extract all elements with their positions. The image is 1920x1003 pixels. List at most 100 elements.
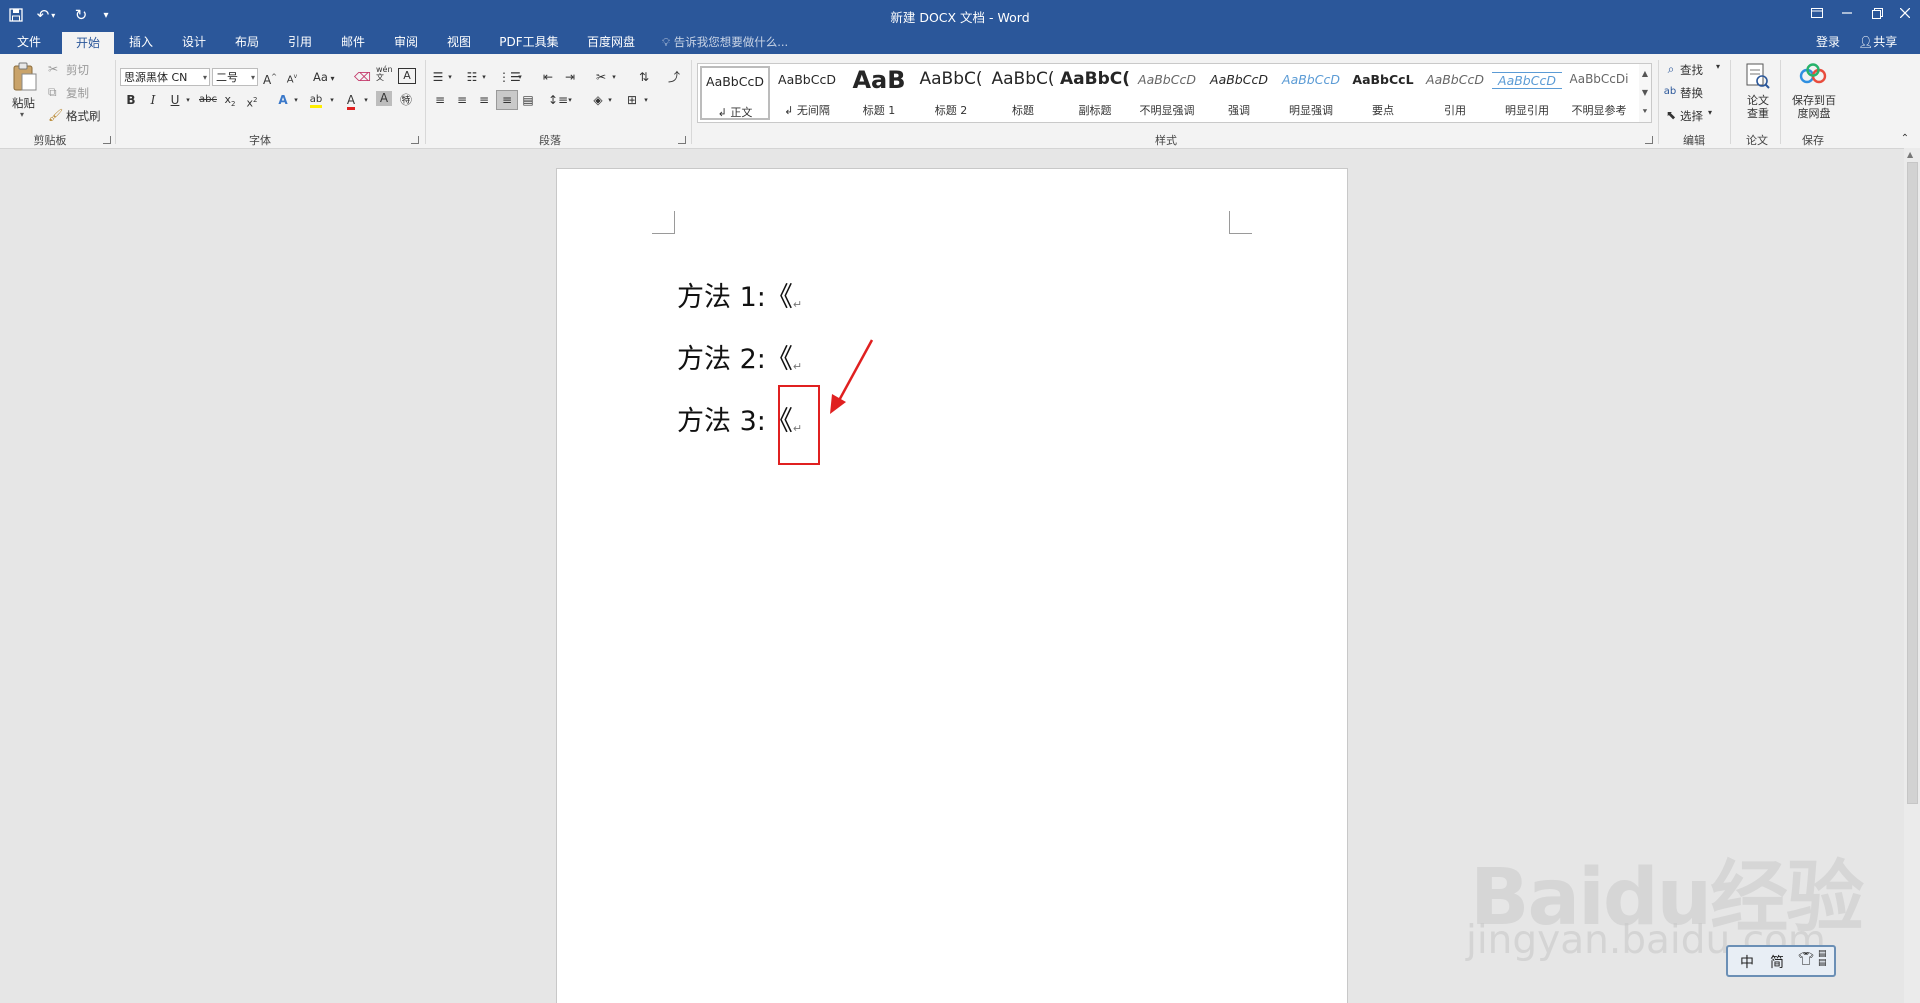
style-title[interactable]: AaBbC( 标题 <box>988 66 1058 120</box>
scrollbar-thumb[interactable] <box>1907 162 1918 804</box>
paragraph-dialog-launcher-icon[interactable] <box>678 136 686 144</box>
align-center-icon[interactable]: ≡ <box>454 91 470 109</box>
strikethrough-icon[interactable]: abc <box>198 91 218 109</box>
distributed-icon[interactable]: ▤ <box>520 91 536 109</box>
style-emphasis[interactable]: AaBbCcD 强调 <box>1204 66 1274 120</box>
styles-gallery-scroll[interactable]: ▲ ▼ ⯆ <box>1639 63 1652 123</box>
copy-icon[interactable]: ⧉ <box>48 83 57 101</box>
scroll-up-icon[interactable]: ▲ <box>1907 150 1913 159</box>
thesis-check-icon[interactable] <box>1744 62 1770 90</box>
find-icon[interactable]: ⌕ <box>1664 60 1678 78</box>
clear-format-icon[interactable]: ⌫ <box>354 68 371 86</box>
ime-skin-icon[interactable]: 👕︎ <box>1798 952 1815 967</box>
justify-icon[interactable]: ≡ <box>496 90 518 110</box>
tab-references[interactable]: 引用 <box>279 30 321 54</box>
vertical-scrollbar[interactable]: ▲ <box>1904 148 1920 1003</box>
save-to-cloud-button[interactable]: 保存到百度网盘 <box>1788 94 1840 120</box>
shading-dropdown-icon[interactable]: ▾ <box>606 91 614 109</box>
font-color-dropdown-icon[interactable]: ▾ <box>362 91 370 109</box>
collapse-ribbon-icon[interactable]: ⌃ <box>1898 130 1912 148</box>
gallery-up-icon[interactable]: ▲ <box>1639 64 1651 83</box>
bullets-dropdown-icon[interactable]: ▾ <box>446 68 454 86</box>
baidu-cloud-icon[interactable] <box>1798 63 1828 87</box>
change-case-button[interactable]: Aa ▾ <box>313 70 334 84</box>
style-strong[interactable]: AaBbCcL 要点 <box>1348 66 1418 120</box>
tab-pdf-tools[interactable]: PDF工具集 <box>492 30 566 54</box>
tab-home[interactable]: 开始 <box>62 32 114 54</box>
character-border-icon[interactable]: A <box>398 68 416 84</box>
enclose-characters-icon[interactable]: ㊕ <box>398 91 414 109</box>
shading-icon[interactable]: ◈ <box>590 91 606 109</box>
decrease-indent-icon[interactable]: ⇤ <box>540 68 556 86</box>
highlight-icon[interactable]: ab <box>306 91 326 109</box>
highlight-dropdown-icon[interactable]: ▾ <box>328 91 336 109</box>
bold-icon[interactable]: B <box>124 91 138 109</box>
replace-icon[interactable]: ab <box>1662 83 1678 101</box>
gallery-more-icon[interactable]: ⯆ <box>1639 102 1651 121</box>
select-cursor-icon[interactable]: ⬉ <box>1664 106 1678 124</box>
style-subtle-emphasis[interactable]: AaBbCcD 不明显强调 <box>1132 66 1202 120</box>
sort-icon[interactable]: ⇅ <box>636 68 652 86</box>
line-spacing-icon[interactable]: ↕≡ <box>548 91 568 109</box>
tab-design[interactable]: 设计 <box>173 30 215 54</box>
tab-mailings[interactable]: 邮件 <box>332 30 374 54</box>
line-spacing-dropdown-icon[interactable]: ▾ <box>566 91 574 109</box>
tab-insert[interactable]: 插入 <box>120 30 162 54</box>
cut-icon[interactable]: ✂ <box>48 60 58 78</box>
font-size-combo[interactable]: 二号 ▾ <box>212 68 258 86</box>
format-painter-icon[interactable]: 🖌︎ <box>48 106 63 124</box>
superscript-icon[interactable]: x2 <box>244 91 260 113</box>
tab-view[interactable]: 视图 <box>438 30 480 54</box>
tab-review[interactable]: 审阅 <box>385 30 427 54</box>
subscript-icon[interactable]: x2 <box>222 91 238 113</box>
multilevel-dropdown-icon[interactable]: ▾ <box>516 68 524 86</box>
borders-icon[interactable]: ⊞ <box>624 91 640 109</box>
close-icon[interactable] <box>1890 0 1920 26</box>
paste-dropdown-icon[interactable]: ▾ <box>20 110 24 119</box>
clipboard-dialog-launcher-icon[interactable] <box>103 136 111 144</box>
tab-baidu-netdisk[interactable]: 百度网盘 <box>578 30 644 54</box>
replace-button[interactable]: 替换 <box>1680 85 1703 101</box>
chinese-layout-icon[interactable]: ✂︎ <box>592 68 610 86</box>
font-dialog-launcher-icon[interactable] <box>411 136 419 144</box>
style-normal[interactable]: AaBbCcD ↲ 正文 <box>700 66 770 120</box>
copy-button[interactable]: 复制 <box>66 85 89 101</box>
font-name-combo[interactable]: 思源黑体 CN ▾ <box>120 68 210 86</box>
style-heading-2[interactable]: AaBbC( 标题 2 <box>916 66 986 120</box>
style-intense-quote[interactable]: AaBbCcD 明显引用 <box>1492 66 1562 120</box>
login-link[interactable]: 登录 <box>1816 30 1840 54</box>
grow-font-icon[interactable]: A^ <box>262 68 278 89</box>
phonetic-guide-button[interactable]: wén 文 <box>376 66 393 82</box>
cut-button[interactable]: 剪切 <box>66 62 89 78</box>
text-effects-dropdown-icon[interactable]: ▾ <box>292 91 300 109</box>
underline-dropdown-icon[interactable]: ▾ <box>184 91 192 109</box>
paste-icon[interactable] <box>12 62 38 92</box>
chinese-layout-dropdown-icon[interactable]: ▾ <box>610 68 618 86</box>
style-intense-emphasis[interactable]: AaBbCcD 明显强调 <box>1276 66 1346 120</box>
paste-button[interactable]: 粘贴 <box>12 95 35 111</box>
minimize-icon[interactable] <box>1832 0 1862 26</box>
underline-icon[interactable]: U <box>168 91 182 109</box>
style-heading-1[interactable]: AaB 标题 1 <box>844 66 914 120</box>
font-color-icon[interactable]: A <box>342 91 360 110</box>
align-left-icon[interactable]: ≡ <box>432 91 448 109</box>
shrink-font-icon[interactable]: Av <box>284 68 300 89</box>
bullets-icon[interactable]: ☰ <box>430 68 446 86</box>
find-dropdown-icon[interactable]: ▾ <box>1716 62 1720 71</box>
styles-dialog-launcher-icon[interactable] <box>1645 136 1653 144</box>
ime-status-bar[interactable]: 中 简 👕︎ ▤ ▤ <box>1726 945 1836 977</box>
format-painter-button[interactable]: 格式刷 <box>66 108 101 124</box>
tell-me-search[interactable]: 💡︎ 告诉我您想要做什么... <box>662 30 788 54</box>
italic-icon[interactable]: I <box>146 91 160 109</box>
tab-layout[interactable]: 布局 <box>226 30 268 54</box>
restore-icon[interactable] <box>1862 0 1892 26</box>
align-right-icon[interactable]: ≡ <box>476 91 492 109</box>
find-button[interactable]: 查找 <box>1680 62 1703 78</box>
style-subtitle[interactable]: AaBbC( 副标题 <box>1060 66 1130 120</box>
thesis-check-button[interactable]: 论文查重 <box>1745 94 1771 120</box>
show-marks-icon[interactable]: ⤴ <box>666 68 682 86</box>
increase-indent-icon[interactable]: ⇥ <box>562 68 578 86</box>
share-button[interactable]: 👤︎共享 <box>1858 30 1897 54</box>
document-line-2[interactable]: 方法 2:《↵ <box>677 337 802 376</box>
style-no-spacing[interactable]: AaBbCcD ↲ 无间隔 <box>772 66 842 120</box>
